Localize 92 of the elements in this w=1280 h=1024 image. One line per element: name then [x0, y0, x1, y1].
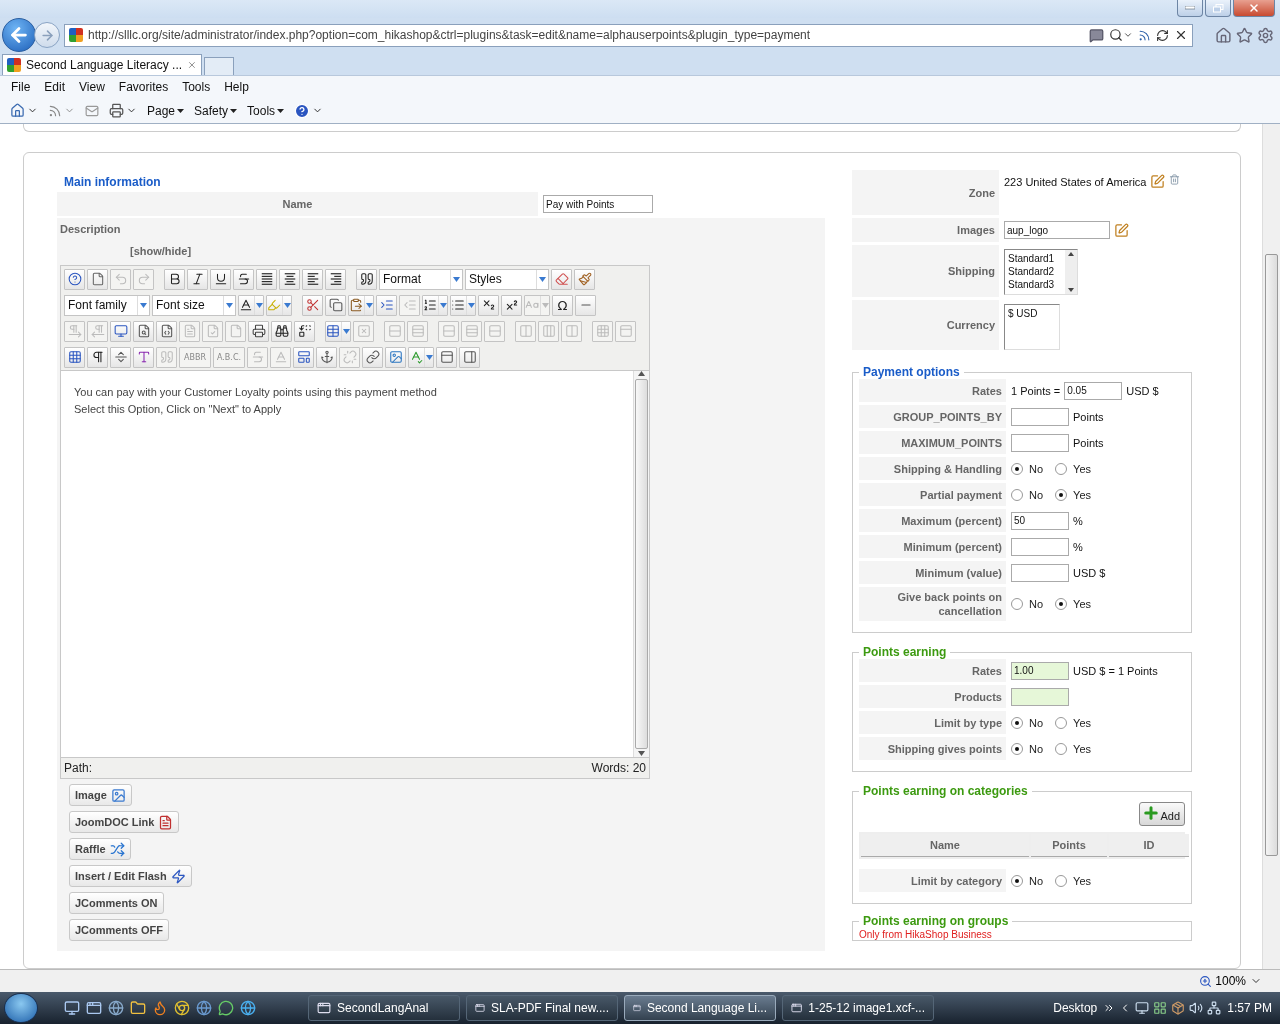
command-menu[interactable]: Page — [145, 103, 187, 118]
notice-text: Only from HikaShop Business — [859, 929, 992, 940]
field-label: Products — [859, 685, 1006, 708]
unit-label: % — [1073, 540, 1083, 553]
select-dropdown[interactable]: Format — [379, 268, 463, 290]
list-option[interactable]: Standard2 — [1008, 265, 1062, 278]
radio-option[interactable]: Yes — [1055, 462, 1091, 475]
unit-label: Points — [1073, 436, 1104, 449]
show-hide-link[interactable]: [show/hide] — [130, 245, 192, 257]
editor-plugin-button[interactable]: JComments OFF — [69, 919, 169, 941]
select-dropdown[interactable]: Font size — [152, 294, 236, 316]
rate-input[interactable]: 0.05 — [1064, 381, 1123, 400]
editor-plugin-button[interactable]: Raffle — [69, 838, 131, 860]
section-title: Points earning on groups — [862, 914, 1010, 928]
radio-option[interactable]: No — [1011, 716, 1044, 729]
command-menu[interactable]: Tools — [245, 103, 287, 118]
taskbar-button[interactable]: Second Language Li... — [624, 995, 776, 1021]
menu-item[interactable]: Help — [217, 80, 256, 94]
list-option[interactable]: $ USD — [1008, 307, 1056, 320]
field-label: Maximum (percent) — [859, 509, 1006, 532]
radio-option[interactable]: No — [1011, 874, 1044, 887]
taskbar-button[interactable]: 1-25-12 image1.xcf-... — [782, 995, 934, 1021]
menu-item[interactable]: Favorites — [111, 80, 176, 94]
column-header: ID — [1109, 834, 1189, 857]
name-input[interactable]: Pay with Points — [543, 195, 653, 213]
editor-plugin-button[interactable]: JoomDOC Link — [69, 811, 180, 833]
radio-option[interactable]: No — [1011, 742, 1044, 755]
field-label: Description — [60, 223, 122, 235]
field-label: Limit by category — [859, 869, 1006, 892]
select-dropdown[interactable]: Font family — [64, 294, 150, 316]
field-label: Shipping & Handling — [859, 457, 1006, 480]
field-label: Partial payment — [859, 483, 1006, 506]
section-title: Points earning on categories — [862, 784, 1029, 798]
select-dropdown[interactable]: Styles — [465, 268, 549, 290]
field-label: Name — [57, 192, 538, 216]
field-label: Images — [852, 218, 999, 242]
section-title: Payment options — [862, 365, 961, 379]
field-label: Shipping gives points — [859, 737, 1006, 760]
toolbar-button[interactable]: Ω — [552, 294, 573, 316]
list-option[interactable]: Standard3 — [1008, 278, 1062, 291]
field-label: Zone — [852, 170, 999, 215]
radio-option[interactable]: Yes — [1055, 598, 1091, 610]
radio-option[interactable]: No — [1011, 598, 1044, 610]
text-input[interactable]: 1.00 — [1011, 661, 1069, 680]
word-count: Words: 20 — [591, 761, 646, 775]
path-label: Path: — [64, 761, 93, 775]
unit-label: USD $ = 1 Points — [1073, 664, 1158, 677]
field-label: GROUP_POINTS_BY — [859, 405, 1006, 428]
field-label: Currency — [852, 300, 999, 350]
taskbar-button[interactable]: SLA-PDF Final new.... — [466, 995, 618, 1021]
field-label: Minimum (value) — [859, 561, 1006, 584]
field-label: Give back points on cancellation — [859, 587, 1006, 621]
zoom-button[interactable]: 100% — [1199, 974, 1246, 988]
section-title: Points earning — [862, 645, 948, 659]
unit-label: USD $ — [1126, 384, 1159, 397]
rate-prefix: 1 Points = — [1011, 384, 1061, 397]
radio-option[interactable]: Yes — [1055, 874, 1091, 887]
list-box[interactable]: Standard1 Standard2 Standard3 — [1004, 249, 1078, 295]
text-input[interactable]: 50 — [1011, 511, 1069, 530]
radio-option[interactable]: No — [1011, 462, 1044, 475]
editor-plugin-button[interactable]: Image — [69, 784, 132, 806]
address-field[interactable]: http://slllc.org/site/administrator/index.php?option=com_hikashop&ctrl=plugins&task=edit&name=alphauserpoints&plugin_type=payment — [64, 23, 1193, 47]
zone-value: 223 United States of America — [1004, 176, 1147, 188]
field-label: MAXIMUM_POINTS — [859, 431, 1006, 454]
menu-item[interactable]: Tools — [175, 80, 218, 94]
radio-option[interactable]: No — [1011, 488, 1044, 501]
list-box[interactable]: $ USD — [1004, 304, 1060, 350]
field-label: Rates — [859, 379, 1006, 402]
unit-label: Points — [1073, 410, 1104, 423]
field-label: Minimum (percent) — [859, 535, 1006, 558]
desktop-label[interactable]: Desktop — [1053, 1001, 1098, 1015]
list-option[interactable]: Standard1 — [1008, 252, 1062, 265]
add-button[interactable]: Add — [1139, 802, 1185, 826]
taskbar-button[interactable]: SecondLangAnal — [308, 995, 460, 1021]
radio-option[interactable]: Yes — [1055, 488, 1091, 501]
field-label: Limit by type — [859, 711, 1006, 734]
command-menu[interactable]: Safety — [192, 103, 240, 118]
field-label: Rates — [859, 659, 1006, 682]
radio-option[interactable]: Yes — [1055, 742, 1091, 755]
unit-label: % — [1073, 514, 1083, 527]
image-input[interactable]: aup_logo — [1004, 221, 1110, 239]
editor-plugin-button[interactable]: JComments ON — [69, 892, 164, 914]
menu-item[interactable]: File — [4, 80, 38, 94]
browser-tab[interactable]: Second Language Literacy ... — [2, 54, 202, 75]
clock: 1:57 PM — [1227, 1001, 1272, 1015]
editor-plugin-button[interactable]: Insert / Edit Flash — [69, 865, 192, 887]
menu-item[interactable]: Edit — [37, 80, 73, 94]
section-title: Main information — [64, 175, 162, 189]
menu-item[interactable]: View — [72, 80, 112, 94]
unit-label: USD $ — [1073, 566, 1106, 579]
radio-option[interactable]: Yes — [1055, 716, 1091, 729]
field-label: Shipping — [852, 245, 999, 297]
